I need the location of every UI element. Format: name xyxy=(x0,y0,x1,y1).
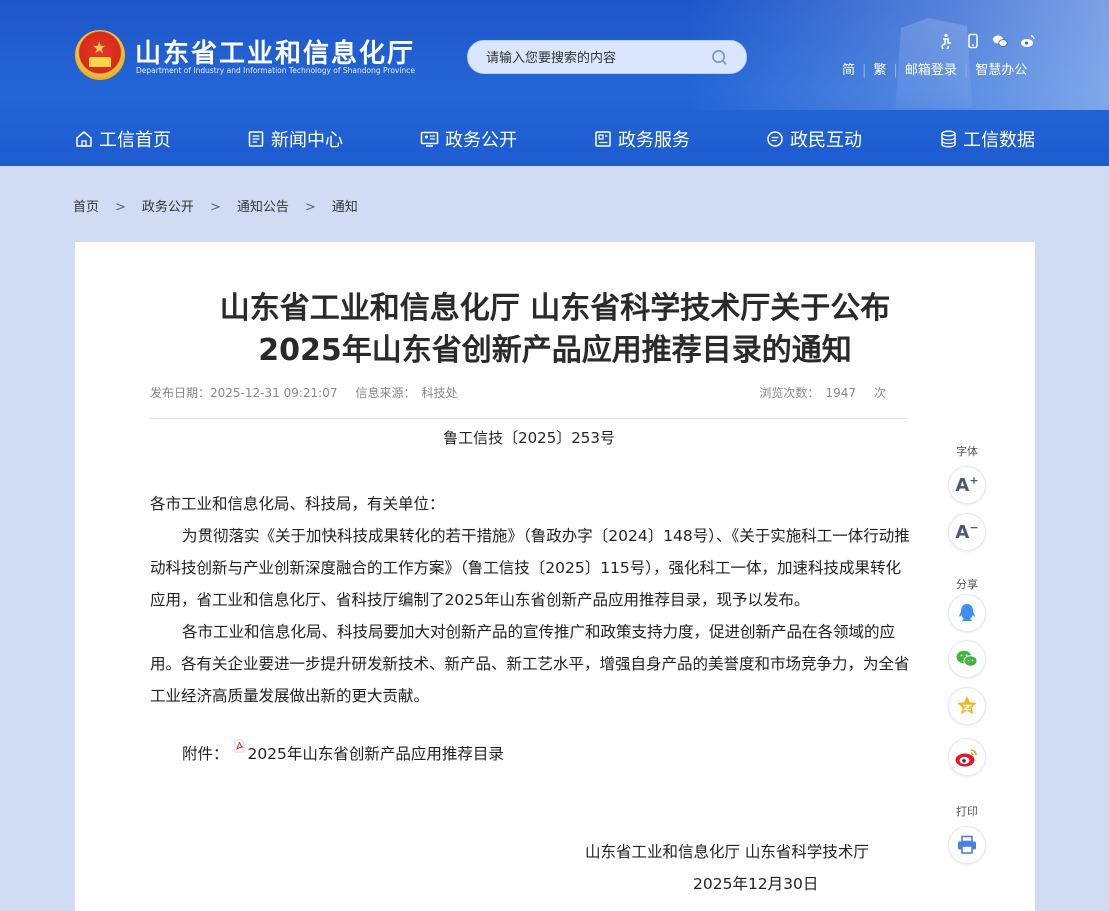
source-value: 科技处 xyxy=(421,386,458,400)
article-title: 山东省工业和信息化厅 山东省科学技术厅关于公布 2025年山东省创新产品应用推荐… xyxy=(219,291,891,368)
nav-item-interaction[interactable]: 政民互动 xyxy=(766,126,862,152)
signature: 山东省工业和信息化厅 山东省科学技术厅 xyxy=(585,843,869,861)
share-label: 分享 xyxy=(956,578,978,591)
breadcrumb-home[interactable]: 首页 xyxy=(73,196,99,215)
mail-login-link[interactable]: 邮箱登录 xyxy=(905,59,957,78)
gov-open-icon xyxy=(420,131,439,147)
salutation: 各市工业和信息化局、科技局，有关单位： xyxy=(150,495,445,513)
chat-icon xyxy=(767,131,783,147)
source-label: 信息来源： xyxy=(355,386,416,400)
attachment: 附件： 2025年山东省创新产品应用推荐目录 xyxy=(182,739,504,764)
simplified-chinese-link[interactable]: 简 xyxy=(842,59,855,78)
share-qq-button[interactable] xyxy=(948,594,986,632)
national-emblem-logo[interactable]: ★ xyxy=(75,30,125,80)
nav-item-gov-open[interactable]: 政务公开 xyxy=(420,126,517,152)
header-links: 简 | 繁 | 邮箱登录 | 智慧办公 xyxy=(842,59,1027,78)
article-panel: 山东省工业和信息化厅 山东省科学技术厅关于公布 2025年山东省创新产品应用推荐… xyxy=(75,242,1035,911)
database-icon xyxy=(941,130,956,148)
weibo-icon xyxy=(955,749,977,767)
nav-item-home[interactable]: 工信首页 xyxy=(75,126,171,152)
paragraph-2: 各市工业和信息化局、科技局要加大对创新产品的宣传推广和政策支持力度，促进创新产品… xyxy=(150,623,910,705)
breadcrumb-announcements[interactable]: 通知公告 xyxy=(237,196,289,215)
breadcrumb-gov-open[interactable]: 政务公开 xyxy=(142,196,194,215)
view-count: 浏览次数： 1947 次 xyxy=(759,386,886,400)
paragraph-1: 为贯彻落实《关于加快科技成果转化的若干措施》（鲁政办字〔2024〕148号）、《… xyxy=(150,527,910,609)
site-subtitle: Department of Industry and Information T… xyxy=(136,66,415,75)
site-header: ★ 山东省工业和信息化厅 Department of Industry and … xyxy=(0,0,1109,166)
document-number: 鲁工信技〔2025〕253号 xyxy=(443,429,615,447)
pdf-icon xyxy=(233,739,245,753)
nav-item-news[interactable]: 新闻中心 xyxy=(247,126,343,152)
attachment-label: 附件： xyxy=(182,745,229,763)
share-wechat-button[interactable] xyxy=(948,640,986,678)
qq-icon xyxy=(959,604,975,621)
share-qzone-button[interactable] xyxy=(948,687,986,725)
smart-office-link[interactable]: 智慧办公 xyxy=(975,59,1027,78)
printer-icon xyxy=(958,835,976,854)
breadcrumb-notices[interactable]: 通知 xyxy=(332,196,358,215)
article-meta: 发布日期：2025-12-31 09:21:07 信息来源： 科技处 浏览次数： 19… xyxy=(150,384,886,401)
wechat-icon[interactable] xyxy=(992,33,1008,49)
mobile-icon[interactable] xyxy=(965,33,981,49)
home-icon xyxy=(76,131,92,147)
nav-item-service[interactable]: 政务服务 xyxy=(594,126,690,152)
attachment-link[interactable]: 2025年山东省创新产品应用推荐目录 xyxy=(247,745,503,763)
search-input[interactable] xyxy=(486,48,706,68)
service-icon xyxy=(595,131,611,147)
site-title[interactable]: 山东省工业和信息化厅 xyxy=(135,33,415,70)
share-weibo-button[interactable] xyxy=(948,738,986,776)
font-decrease-button[interactable]: A− xyxy=(948,513,986,551)
print-label: 打印 xyxy=(956,805,978,818)
search-icon[interactable] xyxy=(711,49,728,66)
qzone-icon xyxy=(957,696,977,715)
wechat-icon xyxy=(956,650,978,667)
breadcrumb: 首页 > 政务公开 > 通知公告 > 通知 xyxy=(73,196,358,215)
search-box xyxy=(467,40,747,74)
sign-date: 2025年12月30日 xyxy=(693,875,819,893)
meta-divider xyxy=(150,418,908,419)
nav-item-data[interactable]: 工信数据 xyxy=(940,126,1035,152)
publish-date: 2025-12-31 09:21:07 xyxy=(210,386,338,400)
print-button[interactable] xyxy=(948,826,986,864)
accessibility-icon[interactable] xyxy=(938,33,954,51)
font-size-label: 字体 xyxy=(956,445,978,458)
font-increase-button[interactable]: A+ xyxy=(948,466,986,504)
date-label: 发布日期： xyxy=(150,386,211,400)
main-nav: 工信首页 新闻中心 政务公开 政务服务 政民互动 工信数据 xyxy=(0,112,1109,162)
news-icon xyxy=(248,131,264,147)
traditional-chinese-link[interactable]: 繁 xyxy=(873,59,886,78)
article-body: 各市工业和信息化局、科技局，有关单位： 为贯彻落实《关于加快科技成果转化的若干措… xyxy=(150,488,910,712)
weibo-icon[interactable] xyxy=(1020,33,1036,49)
